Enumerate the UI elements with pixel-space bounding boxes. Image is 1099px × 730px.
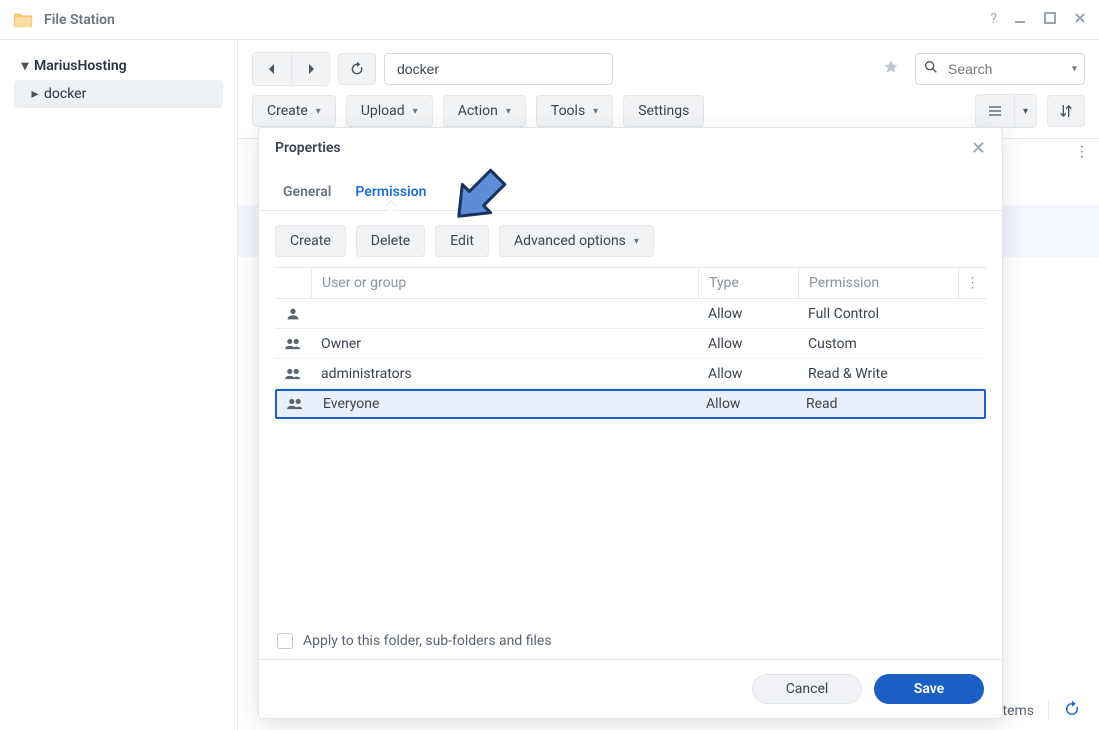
row-permission: Read — [796, 396, 956, 412]
settings-button[interactable]: Settings — [623, 95, 704, 127]
action-button[interactable]: Action▾ — [443, 95, 526, 127]
create-button[interactable]: Create▾ — [252, 95, 336, 127]
view-dropdown-button[interactable]: ▾ — [1014, 95, 1036, 127]
help-icon[interactable]: ? — [990, 11, 997, 29]
favorite-icon[interactable] — [883, 59, 899, 79]
close-icon[interactable]: ✕ — [971, 138, 986, 159]
chevron-down-icon: ▾ — [18, 58, 32, 74]
sidebar-item-docker[interactable]: ▸ docker — [14, 80, 223, 108]
tab-permission-label: Permission — [355, 184, 426, 200]
row-type: Allow — [698, 336, 798, 352]
row-permission: Read & Write — [798, 366, 958, 382]
perm-advanced-button[interactable]: Advanced options▾ — [499, 225, 654, 257]
create-label: Create — [267, 103, 308, 119]
chevron-right-icon: ▸ — [28, 86, 42, 102]
folder-icon — [12, 9, 34, 31]
refresh-icon[interactable] — [1063, 700, 1081, 722]
tab-permission[interactable]: Permission — [353, 174, 428, 210]
table-row[interactable]: Owner Allow Custom — [275, 329, 986, 359]
user-name: Owner — [311, 336, 698, 352]
perm-create-label: Create — [290, 233, 331, 249]
tree-root-label: MariusHosting — [34, 58, 127, 74]
user-name: Everyone — [313, 396, 696, 412]
perm-create-button[interactable]: Create — [275, 225, 346, 257]
table-row[interactable]: Everyone Allow Read — [275, 389, 986, 419]
nav-forward-button[interactable] — [291, 53, 329, 85]
cancel-label: Cancel — [786, 681, 829, 697]
search-icon — [923, 59, 939, 79]
sidebar: ▾ MariusHosting ▸ docker — [0, 40, 238, 730]
group-icon — [275, 336, 311, 352]
col-icon — [275, 268, 311, 298]
apply-recursive-label: Apply to this folder, sub-folders and fi… — [303, 633, 552, 649]
more-columns-icon[interactable]: ⋮ — [1075, 144, 1089, 160]
table-row[interactable]: Allow Full Control — [275, 299, 986, 329]
chevron-down-icon[interactable]: ▾ — [1072, 64, 1077, 75]
maximize-icon[interactable] — [1043, 11, 1057, 29]
items-count: tems — [1002, 703, 1034, 719]
row-type: Allow — [698, 306, 798, 322]
user-name: administrators — [311, 366, 698, 382]
row-type: Allow — [698, 366, 798, 382]
col-user-or-group[interactable]: User or group — [311, 268, 698, 298]
search-input[interactable] — [915, 53, 1085, 85]
upload-button[interactable]: Upload▾ — [346, 95, 433, 127]
tools-button[interactable]: Tools▾ — [536, 95, 613, 127]
window-title: File Station — [44, 12, 990, 28]
perm-delete-label: Delete — [371, 233, 410, 249]
perm-edit-label: Edit — [450, 233, 474, 249]
path-input[interactable] — [384, 53, 613, 85]
sort-button[interactable] — [1047, 95, 1085, 127]
perm-advanced-label: Advanced options — [514, 233, 626, 249]
col-type[interactable]: Type — [698, 268, 798, 298]
user-icon — [275, 306, 311, 322]
settings-label: Settings — [638, 103, 689, 119]
row-type: Allow — [696, 396, 796, 412]
sidebar-item-label: docker — [44, 86, 86, 102]
tree-root[interactable]: ▾ MariusHosting — [14, 52, 223, 80]
save-button[interactable]: Save — [874, 674, 984, 704]
save-label: Save — [914, 681, 944, 697]
permissions-table: User or group Type Permission ⋮ Allow Fu… — [259, 267, 1002, 623]
view-list-button[interactable] — [976, 95, 1014, 127]
tab-general-label: General — [283, 184, 331, 200]
group-icon — [277, 396, 313, 412]
apply-recursive-checkbox[interactable] — [277, 633, 293, 649]
action-label: Action — [458, 103, 498, 119]
dialog-title: Properties — [275, 140, 971, 156]
group-icon — [275, 366, 311, 382]
window-titlebar: File Station ? — [0, 0, 1099, 40]
refresh-button[interactable] — [338, 53, 376, 85]
row-permission: Custom — [798, 336, 958, 352]
nav-back-button[interactable] — [253, 53, 291, 85]
tab-general[interactable]: General — [281, 174, 333, 210]
properties-dialog: Properties ✕ General Permission Create D… — [258, 127, 1003, 719]
minimize-icon[interactable] — [1013, 11, 1027, 29]
more-columns-icon[interactable]: ⋮ — [958, 268, 986, 298]
table-row[interactable]: administrators Allow Read & Write — [275, 359, 986, 389]
tools-label: Tools — [551, 103, 585, 119]
upload-label: Upload — [361, 103, 405, 119]
row-permission: Full Control — [798, 306, 958, 322]
close-icon[interactable] — [1073, 11, 1087, 29]
perm-delete-button[interactable]: Delete — [356, 225, 425, 257]
divider — [1048, 701, 1049, 721]
perm-edit-button[interactable]: Edit — [435, 225, 489, 257]
cancel-button[interactable]: Cancel — [752, 674, 862, 704]
col-permission[interactable]: Permission — [798, 268, 958, 298]
